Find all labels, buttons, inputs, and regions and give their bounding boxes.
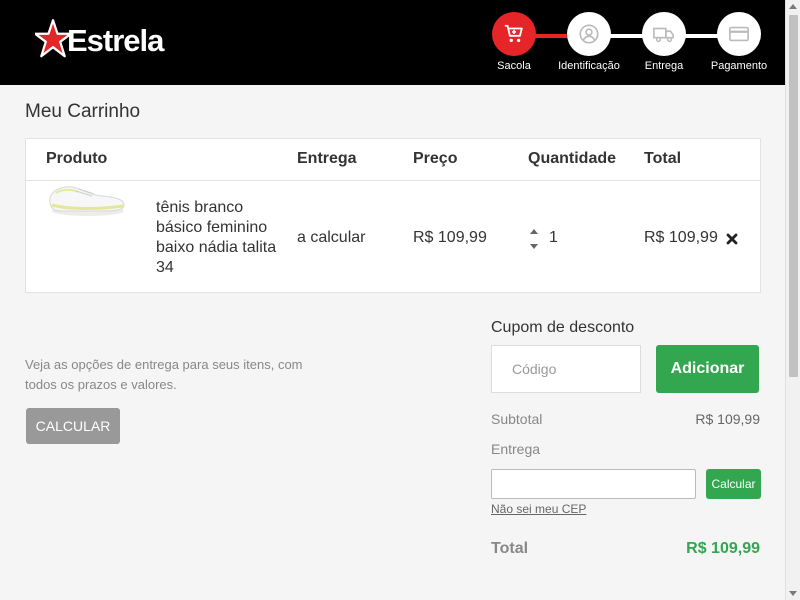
scroll-up-arrow[interactable] bbox=[789, 4, 797, 9]
header-quantity: Quantidade bbox=[528, 150, 617, 167]
scroll-thumb[interactable] bbox=[789, 15, 798, 377]
price-value: R$ 109,99 bbox=[413, 229, 487, 246]
unknown-cep-link[interactable]: Não sei meu CEP bbox=[491, 502, 586, 516]
step-label: Sacola bbox=[497, 60, 531, 72]
step-circle bbox=[492, 12, 536, 56]
star-icon bbox=[35, 19, 71, 58]
step-label: Identificação bbox=[558, 60, 620, 72]
page-title: Meu Carrinho bbox=[25, 101, 141, 122]
product-image[interactable] bbox=[46, 172, 128, 222]
quantity-value[interactable]: 1 bbox=[549, 229, 558, 247]
table-header: Produto Entrega Preço Quantidade Total bbox=[26, 139, 760, 181]
total-value: R$ 109,99 bbox=[644, 229, 718, 246]
delivery-value: a calcular bbox=[297, 229, 366, 246]
step-circle bbox=[567, 12, 611, 56]
calculate-shipping-button[interactable]: CALCULAR bbox=[26, 408, 120, 444]
truck-icon bbox=[653, 27, 674, 43]
header-price: Preço bbox=[413, 150, 458, 167]
step-circle bbox=[717, 12, 761, 56]
subtotal-value: R$ 109,99 bbox=[695, 411, 760, 427]
step-entrega[interactable]: Entrega bbox=[624, 12, 704, 72]
quantity-stepper[interactable]: 1 bbox=[526, 227, 566, 251]
step-sacola[interactable]: Sacola bbox=[474, 12, 554, 72]
checkout-steps: Sacola Identificação Entrega Pagamento bbox=[488, 12, 778, 77]
delivery-label: Entrega bbox=[491, 441, 541, 457]
calculate-cep-button[interactable]: Calcular bbox=[706, 469, 761, 499]
step-circle bbox=[642, 12, 686, 56]
scrollbar[interactable] bbox=[785, 0, 800, 600]
step-pagamento[interactable]: Pagamento bbox=[699, 12, 779, 72]
step-identificacao[interactable]: Identificação bbox=[549, 12, 629, 72]
product-name[interactable]: tênis branco básico feminino baixo nádia… bbox=[156, 198, 286, 278]
header-product: Produto bbox=[46, 150, 108, 167]
header-delivery: Entrega bbox=[297, 150, 357, 167]
coupon-label: Cupom de desconto bbox=[491, 319, 635, 336]
step-label: Pagamento bbox=[710, 60, 768, 72]
user-icon bbox=[579, 24, 599, 44]
coupon-input[interactable] bbox=[491, 345, 641, 393]
total-amount: R$ 109,99 bbox=[686, 540, 760, 557]
add-coupon-button[interactable]: Adicionar bbox=[656, 345, 759, 393]
cep-input[interactable] bbox=[491, 469, 696, 499]
subtotal-label: Subtotal bbox=[491, 411, 543, 427]
cart-table: Produto Entrega Preço Quantidade Total t… bbox=[25, 138, 761, 293]
logo-text: Estrela bbox=[67, 23, 164, 58]
scroll-down-arrow[interactable] bbox=[789, 591, 797, 596]
remove-item-icon[interactable] bbox=[726, 233, 738, 245]
card-icon bbox=[729, 26, 749, 42]
header-total: Total bbox=[644, 150, 682, 167]
total-label: Total bbox=[491, 540, 529, 557]
header: Estrela Sacola Identificação Entrega Pag… bbox=[0, 0, 785, 85]
estrela-logo[interactable]: Estrela bbox=[35, 18, 164, 62]
step-label: Entrega bbox=[644, 60, 684, 72]
delivery-note: Veja as opções de entrega para seus iten… bbox=[25, 357, 303, 392]
stepper-arrows-icon[interactable] bbox=[529, 228, 539, 250]
cart-icon bbox=[504, 24, 523, 43]
